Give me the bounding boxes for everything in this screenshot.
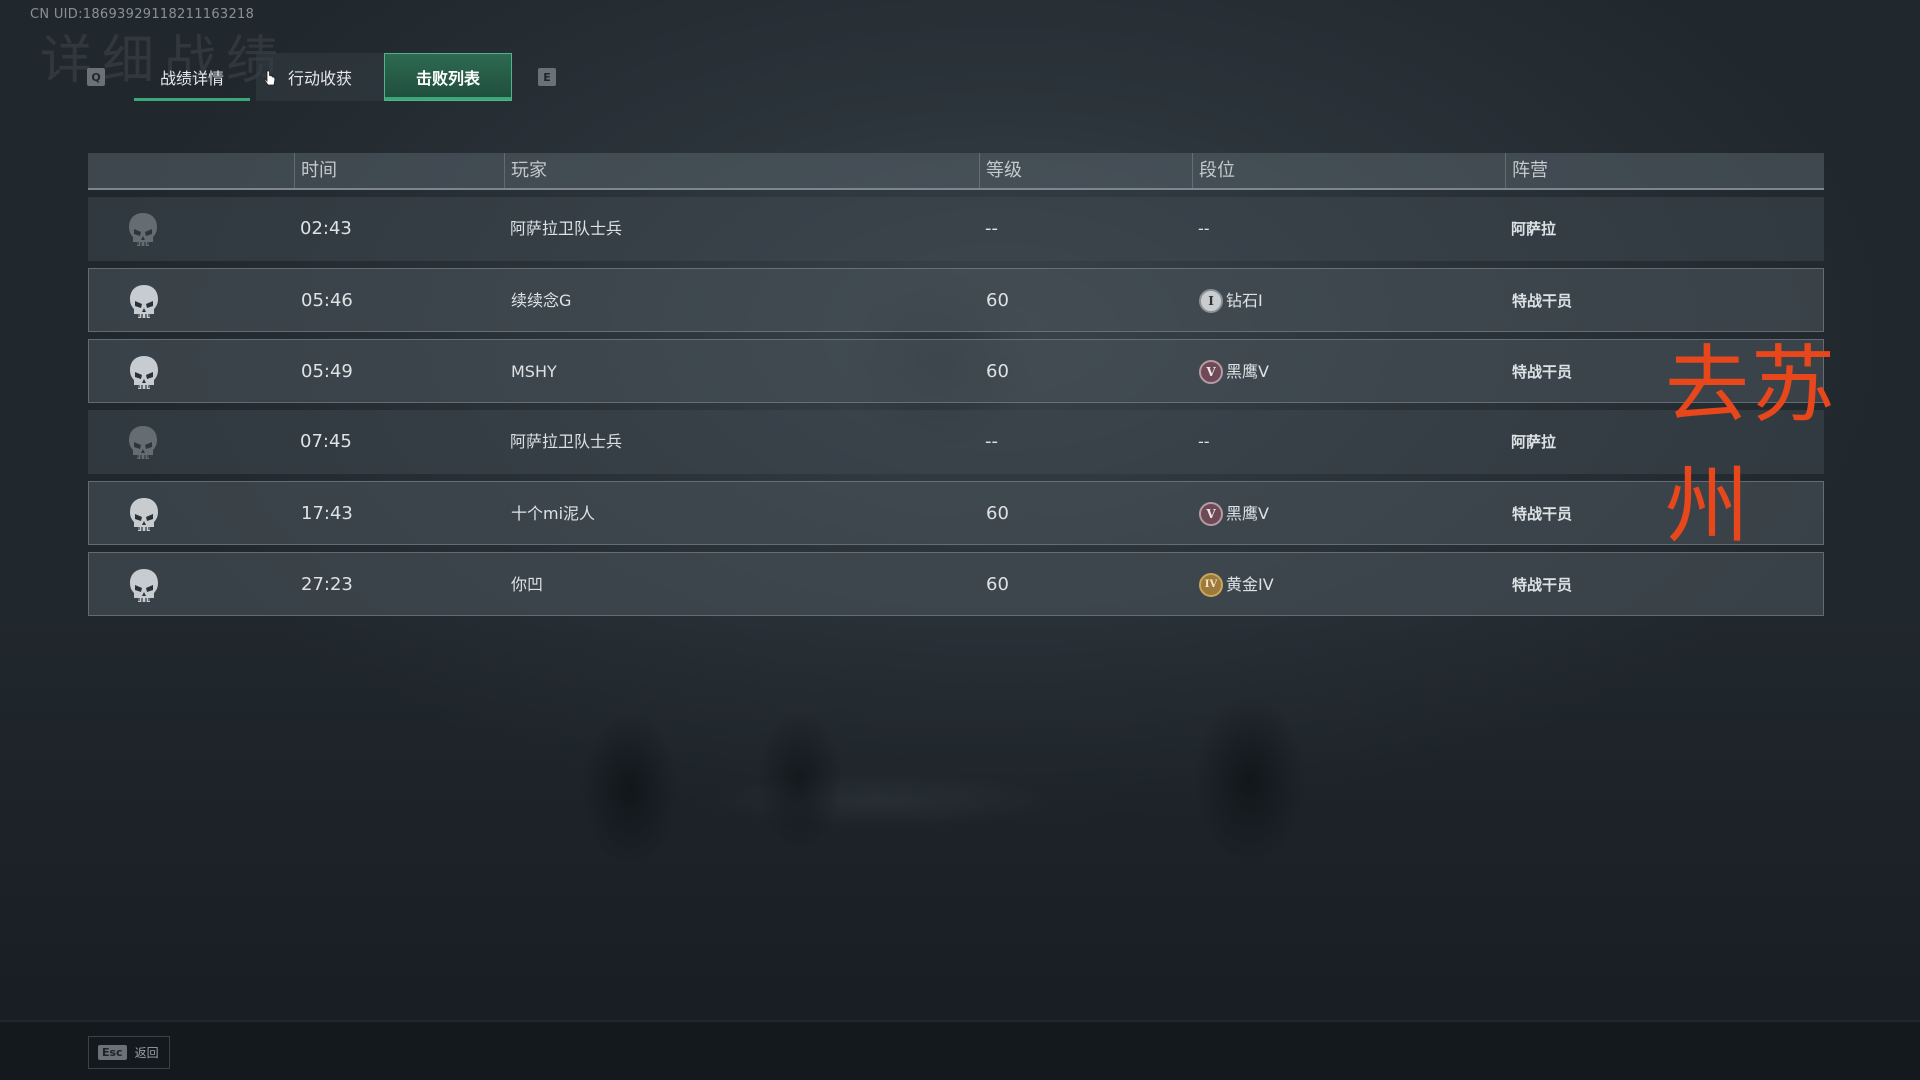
esc-key-icon: Esc: [98, 1045, 127, 1060]
tab-kill-list[interactable]: 击败列表: [384, 53, 512, 101]
tab-match-details[interactable]: 战绩详情: [128, 53, 256, 101]
row-faction: 特战干员: [1512, 363, 1573, 381]
row-rank: --: [1198, 410, 1210, 474]
kill-list-table: 时间 玩家 等级 段位 阵营 02:43 阿萨拉卫队士兵 -- -- 阿萨拉 05:46 续…: [88, 153, 1824, 616]
row-faction: 阿萨拉: [1511, 433, 1557, 451]
header-level: 等级: [979, 153, 1022, 188]
row-faction: 特战干员: [1512, 576, 1573, 594]
header-player: 玩家: [504, 153, 547, 188]
prev-tab-key-hint[interactable]: Q: [87, 68, 105, 86]
faded-skull-icon: [126, 211, 160, 249]
row-time: 02:43: [300, 218, 352, 239]
row-rank: I 钻石I: [1199, 269, 1263, 333]
faded-skull-icon: [126, 424, 160, 462]
row-time: 17:43: [301, 503, 353, 524]
table-row[interactable]: 05:46 续续念G 60 I 钻石I 特战干员: [88, 268, 1824, 332]
row-faction: 阿萨拉: [1511, 220, 1557, 238]
rank-label: --: [1198, 219, 1210, 238]
rank-label: 钻石I: [1226, 291, 1263, 310]
row-level: --: [985, 431, 998, 452]
rank-label: 黑鹰V: [1226, 504, 1269, 523]
row-time: 07:45: [300, 431, 352, 452]
rank-label: 黑鹰V: [1226, 362, 1269, 381]
row-player: 你凹: [511, 575, 544, 594]
table-row[interactable]: 02:43 阿萨拉卫队士兵 -- -- 阿萨拉: [88, 197, 1824, 261]
header-time: 时间: [294, 153, 337, 188]
tab-underline: [134, 98, 250, 101]
next-tab-key-hint[interactable]: E: [538, 68, 556, 86]
skull-icon: [127, 354, 161, 392]
row-player: MSHY: [511, 362, 557, 381]
row-level: 60: [986, 290, 1009, 311]
watermark-text: 去苏州: [1665, 336, 1838, 555]
table-row[interactable]: 27:23 你凹 60 IV 黄金IV 特战干员: [88, 552, 1824, 616]
row-level: --: [985, 218, 998, 239]
row-player: 续续念G: [511, 291, 572, 310]
rank-label: 黄金IV: [1226, 575, 1274, 594]
rank-label: --: [1198, 432, 1210, 451]
rank-badge-icon: I: [1199, 289, 1223, 313]
row-player: 十个mi泥人: [511, 504, 596, 523]
tab-bar: 战绩详情 行动收获 击败列表: [128, 53, 512, 101]
mouse-cursor-icon: [264, 70, 276, 86]
rank-badge-icon: V: [1199, 502, 1223, 526]
table-header: 时间 玩家 等级 段位 阵营: [88, 153, 1824, 190]
back-button[interactable]: Esc 返回: [88, 1036, 170, 1069]
rank-badge-icon: V: [1199, 360, 1223, 384]
skull-icon: [127, 496, 161, 534]
row-rank: V 黑鹰V: [1199, 482, 1269, 546]
row-level: 60: [986, 503, 1009, 524]
rank-badge-icon: IV: [1199, 573, 1223, 597]
row-time: 05:49: [301, 361, 353, 382]
row-time: 27:23: [301, 574, 353, 595]
row-rank: --: [1198, 197, 1210, 261]
tab-underline: [385, 97, 511, 100]
tab-label: 行动收获: [287, 69, 352, 88]
row-player: 阿萨拉卫队士兵: [510, 432, 623, 451]
tab-label: 战绩详情: [159, 69, 224, 88]
header-rank: 段位: [1192, 153, 1235, 188]
row-faction: 特战干员: [1512, 292, 1573, 310]
row-player: 阿萨拉卫队士兵: [510, 219, 623, 238]
table-body: 02:43 阿萨拉卫队士兵 -- -- 阿萨拉 05:46 续续念G 60 I 钻石I 特战干员 05…: [88, 197, 1824, 616]
background-shade: [0, 620, 1920, 1020]
table-row[interactable]: 17:43 十个mi泥人 60 V 黑鹰V 特战干员: [88, 481, 1824, 545]
row-level: 60: [986, 361, 1009, 382]
skull-icon: [127, 567, 161, 605]
row-rank: V 黑鹰V: [1199, 340, 1269, 404]
row-level: 60: [986, 574, 1009, 595]
table-row[interactable]: 07:45 阿萨拉卫队士兵 -- -- 阿萨拉: [88, 410, 1824, 474]
back-label: 返回: [134, 1046, 159, 1060]
header-faction: 阵营: [1505, 153, 1548, 188]
row-rank: IV 黄金IV: [1199, 553, 1274, 617]
bottom-bar: [0, 1022, 1920, 1080]
tab-label: 击败列表: [415, 69, 480, 88]
row-time: 05:46: [301, 290, 353, 311]
skull-icon: [127, 283, 161, 321]
row-faction: 特战干员: [1512, 505, 1573, 523]
table-row[interactable]: 05:49 MSHY 60 V 黑鹰V 特战干员: [88, 339, 1824, 403]
